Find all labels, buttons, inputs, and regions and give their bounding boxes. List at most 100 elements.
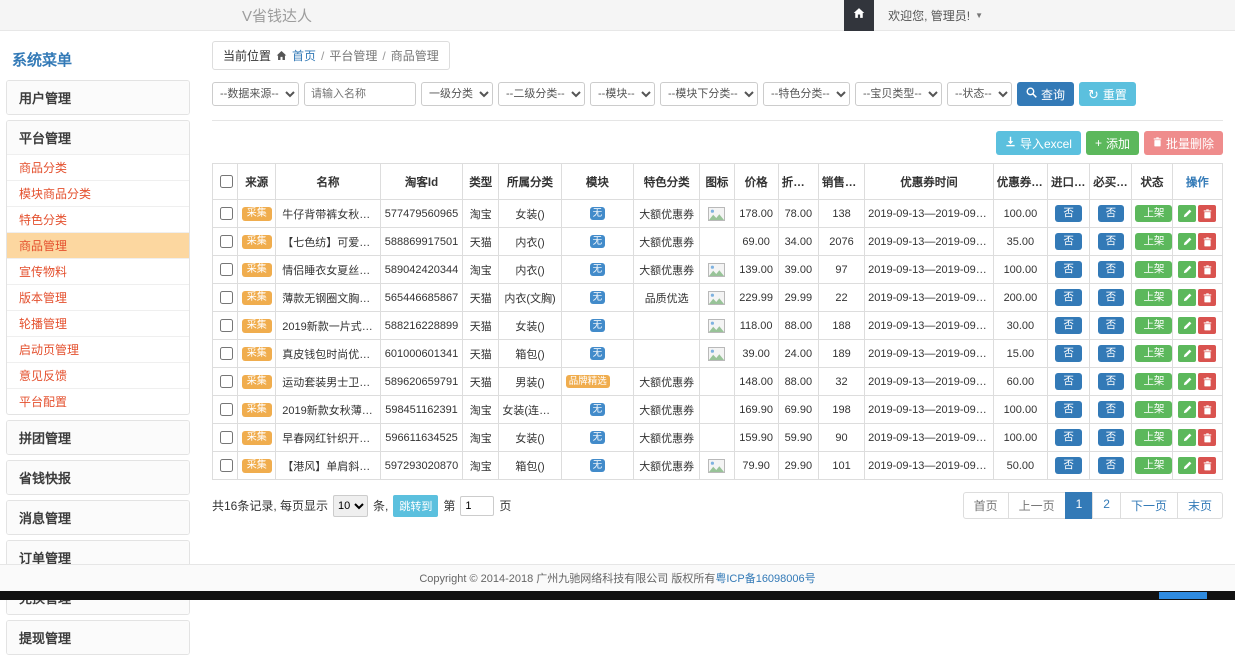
filter-select[interactable]: --宝贝类型-- xyxy=(855,82,942,106)
status-button[interactable]: 上架 xyxy=(1135,429,1172,446)
delete-button[interactable] xyxy=(1198,429,1216,446)
edit-button[interactable] xyxy=(1178,261,1196,278)
delete-button[interactable] xyxy=(1198,205,1216,222)
sidebar-item[interactable]: 消息管理 xyxy=(7,501,189,534)
batch-delete-button[interactable]: 批量删除 xyxy=(1144,131,1223,155)
delete-button[interactable] xyxy=(1198,261,1216,278)
sidebar-item[interactable]: 平台管理 xyxy=(7,121,189,154)
delete-button[interactable] xyxy=(1198,373,1216,390)
edit-button[interactable] xyxy=(1178,289,1196,306)
sidebar-item[interactable]: 平台配置 xyxy=(7,388,189,414)
edit-button[interactable] xyxy=(1178,373,1196,390)
sidebar-item[interactable]: 拼团管理 xyxy=(7,421,189,454)
sidebar-item[interactable]: 版本管理 xyxy=(7,284,189,310)
row-checkbox[interactable] xyxy=(220,459,233,472)
import-select-toggle[interactable]: 否 xyxy=(1055,373,1082,390)
filter-select[interactable]: --特色分类-- xyxy=(763,82,850,106)
status-button[interactable]: 上架 xyxy=(1135,457,1172,474)
must-buy-toggle[interactable]: 否 xyxy=(1098,289,1125,306)
row-checkbox[interactable] xyxy=(220,263,233,276)
import-excel-button[interactable]: 导入excel xyxy=(996,131,1081,155)
row-checkbox[interactable] xyxy=(220,347,233,360)
import-select-toggle[interactable]: 否 xyxy=(1055,401,1082,418)
status-button[interactable]: 上架 xyxy=(1135,261,1172,278)
row-checkbox[interactable] xyxy=(220,235,233,248)
per-page-select[interactable]: 10 xyxy=(333,495,368,517)
home-button[interactable] xyxy=(844,0,874,31)
row-checkbox[interactable] xyxy=(220,431,233,444)
reset-button[interactable]: ↻ 重置 xyxy=(1079,82,1136,106)
import-select-toggle[interactable]: 否 xyxy=(1055,317,1082,334)
status-button[interactable]: 上架 xyxy=(1135,401,1172,418)
edit-button[interactable] xyxy=(1178,205,1196,222)
must-buy-toggle[interactable]: 否 xyxy=(1098,345,1125,362)
filter-select[interactable]: --模块下分类-- xyxy=(660,82,758,106)
edit-button[interactable] xyxy=(1178,317,1196,334)
status-button[interactable]: 上架 xyxy=(1135,373,1172,390)
pager-button[interactable]: 2 xyxy=(1092,492,1121,519)
jump-button[interactable]: 跳转到 xyxy=(393,495,438,517)
import-select-toggle[interactable]: 否 xyxy=(1055,261,1082,278)
must-buy-toggle[interactable]: 否 xyxy=(1098,233,1125,250)
search-button[interactable]: 查询 xyxy=(1017,82,1074,106)
must-buy-toggle[interactable]: 否 xyxy=(1098,373,1125,390)
filter-select[interactable]: --数据来源-- xyxy=(212,82,299,106)
sidebar-item[interactable]: 启动页管理 xyxy=(7,336,189,362)
status-button[interactable]: 上架 xyxy=(1135,345,1172,362)
select-all-checkbox[interactable] xyxy=(220,175,233,188)
sidebar-item[interactable]: 模块商品分类 xyxy=(7,180,189,206)
must-buy-toggle[interactable]: 否 xyxy=(1098,317,1125,334)
filter-select[interactable]: --二级分类-- xyxy=(498,82,585,106)
status-button[interactable]: 上架 xyxy=(1135,289,1172,306)
edit-button[interactable] xyxy=(1178,233,1196,250)
import-select-toggle[interactable]: 否 xyxy=(1055,233,1082,250)
edit-button[interactable] xyxy=(1178,345,1196,362)
status-button[interactable]: 上架 xyxy=(1135,317,1172,334)
pager-current-page[interactable]: 1 xyxy=(1065,492,1094,519)
row-checkbox[interactable] xyxy=(220,319,233,332)
bottom-scrollbar-thumb[interactable] xyxy=(1159,592,1207,599)
import-select-toggle[interactable]: 否 xyxy=(1055,457,1082,474)
row-checkbox[interactable] xyxy=(220,403,233,416)
sidebar-item[interactable]: 意见反馈 xyxy=(7,362,189,388)
delete-button[interactable] xyxy=(1198,401,1216,418)
edit-button[interactable] xyxy=(1178,401,1196,418)
sidebar-item[interactable]: 商品管理 xyxy=(7,232,189,258)
must-buy-toggle[interactable]: 否 xyxy=(1098,429,1125,446)
breadcrumb-home-link[interactable]: 首页 xyxy=(292,47,316,64)
must-buy-toggle[interactable]: 否 xyxy=(1098,401,1125,418)
must-buy-toggle[interactable]: 否 xyxy=(1098,457,1125,474)
filter-select[interactable]: --状态-- xyxy=(947,82,1012,106)
import-select-toggle[interactable]: 否 xyxy=(1055,345,1082,362)
import-select-toggle[interactable]: 否 xyxy=(1055,429,1082,446)
edit-button[interactable] xyxy=(1178,429,1196,446)
user-menu[interactable]: 欢迎您, 管理员! ▼ xyxy=(888,7,983,24)
name-search-input[interactable] xyxy=(304,82,416,106)
sidebar-item[interactable]: 用户管理 xyxy=(7,81,189,114)
sidebar-item[interactable]: 宣传物料 xyxy=(7,258,189,284)
sidebar-item[interactable]: 商品分类 xyxy=(7,154,189,180)
sidebar-item[interactable]: 省钱快报 xyxy=(7,461,189,494)
must-buy-toggle[interactable]: 否 xyxy=(1098,205,1125,222)
row-checkbox[interactable] xyxy=(220,207,233,220)
delete-button[interactable] xyxy=(1198,289,1216,306)
filter-select[interactable]: 一级分类 xyxy=(421,82,493,106)
pager-button[interactable]: 末页 xyxy=(1177,492,1223,519)
delete-button[interactable] xyxy=(1198,317,1216,334)
edit-button[interactable] xyxy=(1178,457,1196,474)
add-button[interactable]: + 添加 xyxy=(1086,131,1139,155)
sidebar-item[interactable]: 轮播管理 xyxy=(7,310,189,336)
delete-button[interactable] xyxy=(1198,233,1216,250)
icp-link[interactable]: 粤ICP备16098006号 xyxy=(715,573,815,585)
must-buy-toggle[interactable]: 否 xyxy=(1098,261,1125,278)
pager-button[interactable]: 首页 xyxy=(963,492,1009,519)
jump-page-input[interactable] xyxy=(460,496,494,516)
sidebar-item[interactable]: 特色分类 xyxy=(7,206,189,232)
delete-button[interactable] xyxy=(1198,457,1216,474)
sidebar-item[interactable]: 提现管理 xyxy=(7,621,189,654)
import-select-toggle[interactable]: 否 xyxy=(1055,289,1082,306)
import-select-toggle[interactable]: 否 xyxy=(1055,205,1082,222)
row-checkbox[interactable] xyxy=(220,291,233,304)
filter-select[interactable]: --模块-- xyxy=(590,82,655,106)
pager-button[interactable]: 上一页 xyxy=(1008,492,1066,519)
